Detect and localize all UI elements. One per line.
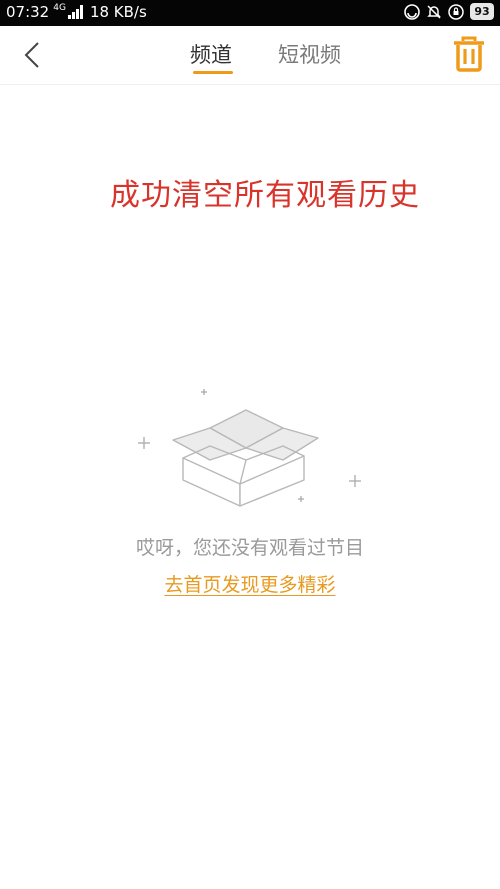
mute-bell-icon xyxy=(427,4,441,19)
discover-more-link[interactable]: 去首页发现更多精彩 xyxy=(0,570,500,597)
header: 频道 短视频 xyxy=(0,26,500,85)
chevron-left-icon[interactable] xyxy=(18,40,48,70)
lock-rotation-icon xyxy=(448,3,464,20)
status-bar: 07:32 4G 18 KB/s 93 xyxy=(0,0,500,26)
status-left: 07:32 4G 18 KB/s xyxy=(6,3,147,21)
status-right: 93 xyxy=(398,3,494,20)
success-message: 成功清空所有观看历史 xyxy=(110,178,420,213)
status-time: 07:32 xyxy=(6,3,50,21)
active-tab-indicator xyxy=(193,71,233,74)
trash-icon[interactable] xyxy=(452,36,486,72)
battery-indicator: 93 xyxy=(470,3,494,20)
network-speed: 18 KB/s xyxy=(89,3,147,21)
empty-state-text: 哎呀，您还没有观看过节目 xyxy=(135,537,364,559)
page: 07:32 4G 18 KB/s 93 频道 短视频 成功清空所有观看历史 哎呀… xyxy=(0,0,500,889)
open-box-icon xyxy=(138,389,361,507)
signal-icon xyxy=(67,5,83,19)
tab-short-video[interactable]: 短视频 xyxy=(278,39,341,69)
tab-channel[interactable]: 频道 xyxy=(190,39,232,69)
network-type: 4G xyxy=(53,2,66,13)
sync-icon xyxy=(404,3,420,20)
